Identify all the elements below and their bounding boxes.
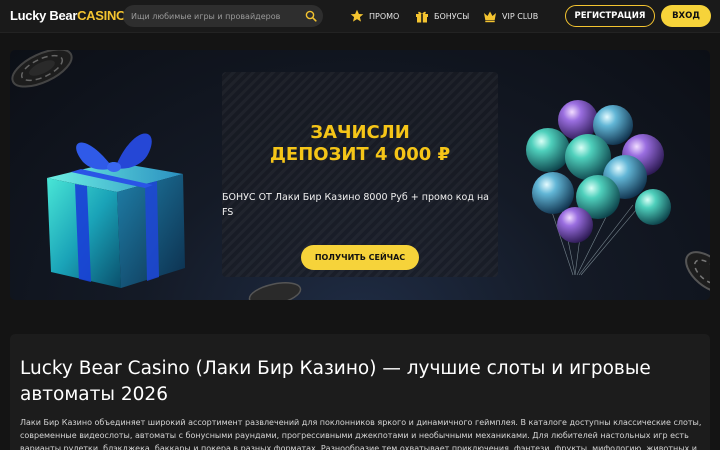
login-button[interactable]: ВХОД bbox=[661, 5, 711, 27]
promo-description: БОНУС ОТ Лаки Бир Казино 8000 Руб + пром… bbox=[222, 192, 489, 218]
logo-text-accent: CASINO bbox=[77, 8, 126, 23]
search-input[interactable] bbox=[131, 8, 301, 24]
get-now-button[interactable]: ПОЛУЧИТЬ СЕЙЧАС bbox=[301, 245, 419, 270]
poker-chip-image bbox=[248, 282, 302, 300]
promo-card: ЗАЧИСЛИ ДЕПОЗИТ 4 000 ₽ БОНУС ОТ Лаки Би… bbox=[222, 72, 498, 277]
nav-promo-label: ПРОМО bbox=[369, 11, 400, 21]
balloons-image bbox=[526, 100, 671, 276]
promo-title-line1: ЗАЧИСЛИ bbox=[310, 122, 410, 143]
poker-chip-image bbox=[685, 251, 710, 293]
promo-title: ЗАЧИСЛИ ДЕПОЗИТ 4 000 ₽ bbox=[222, 122, 498, 166]
nav-promo[interactable]: ПРОМО bbox=[350, 8, 399, 24]
gift-box-image bbox=[47, 133, 185, 288]
article-heading: Lucky Bear Casino (Лаки Бир Казино) — лу… bbox=[20, 358, 651, 405]
seo-article: Lucky Bear Casino (Лаки Бир Казино) — лу… bbox=[10, 334, 710, 450]
nav-bonuses-label: БОНУСЫ bbox=[434, 11, 470, 21]
star-icon bbox=[350, 9, 364, 22]
article-body: Лаки Бир Казино объединяет широкий ассор… bbox=[20, 418, 702, 450]
top-header: Lucky BearCASINO ПРОМО БОНУСЫ VIP CLUB Р… bbox=[0, 0, 720, 33]
promo-banner: ЗАЧИСЛИ ДЕПОЗИТ 4 000 ₽ БОНУС ОТ Лаки Би… bbox=[10, 50, 710, 300]
poker-chip-image bbox=[11, 50, 73, 88]
crown-icon bbox=[484, 11, 496, 23]
search-bar bbox=[123, 5, 323, 27]
promo-title-line2: ДЕПОЗИТ 4 000 ₽ bbox=[269, 144, 451, 165]
gift-icon bbox=[416, 11, 428, 23]
register-button[interactable]: РЕГИСТРАЦИЯ bbox=[565, 5, 655, 27]
nav-vip-label: VIP CLUB bbox=[502, 11, 539, 21]
casino-logo[interactable]: Lucky BearCASINO bbox=[10, 8, 126, 23]
nav-vip-club[interactable]: VIP CLUB bbox=[483, 8, 538, 24]
logo-text-main: Lucky Bear bbox=[10, 8, 78, 23]
nav-bonuses[interactable]: БОНУСЫ bbox=[415, 8, 469, 24]
search-icon[interactable] bbox=[305, 10, 317, 22]
